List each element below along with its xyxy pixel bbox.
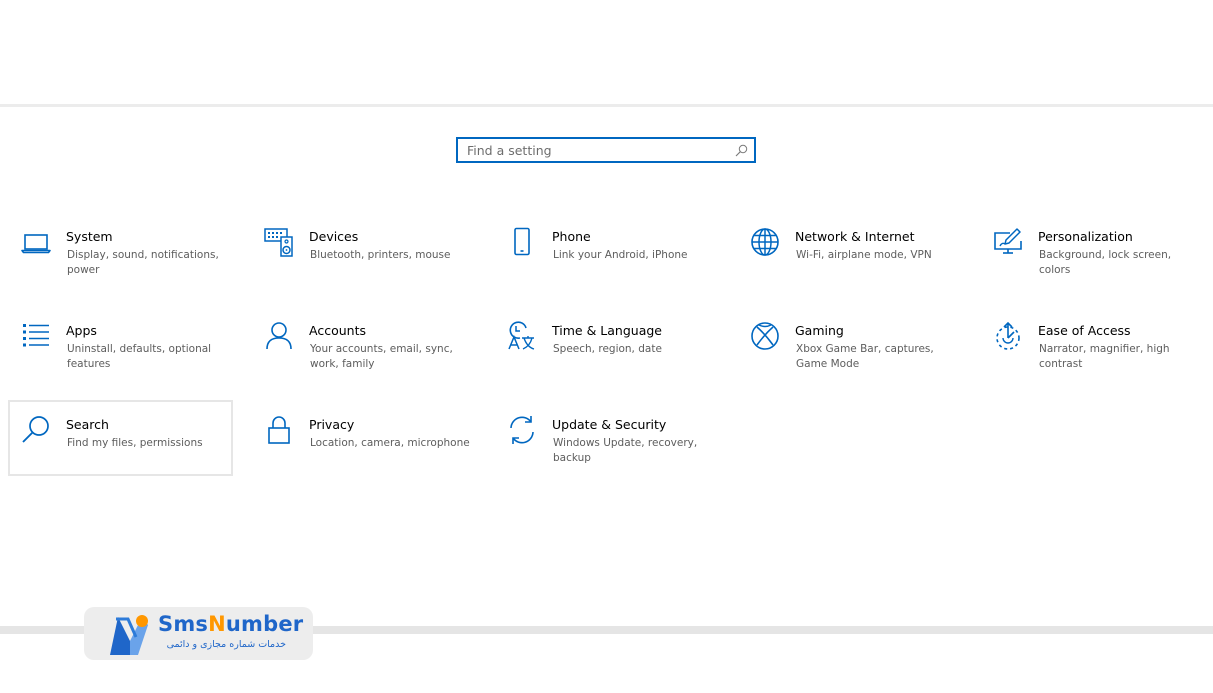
tile-update-security[interactable]: Update & Security Windows Update, recove… [495,400,720,476]
tile-title: Accounts [309,323,366,338]
search-icon[interactable] [735,144,748,157]
watermark-logo: SmsNumber خدمات شماره مجازی و دائمی [84,607,313,660]
tile-title: Update & Security [552,417,667,432]
globe-icon [751,228,779,256]
tile-title: Network & Internet [795,229,915,244]
tile-title: Time & Language [552,323,662,338]
phone-icon [514,227,530,256]
tile-subtitle: Xbox Game Bar, captures, Game Mode [796,343,934,370]
tile-personalization[interactable]: Personalization Background, lock screen,… [981,212,1206,288]
logo-icon [110,615,148,655]
tile-subtitle: Speech, region, date [553,343,662,355]
logo-wordmark: SmsNumber [158,612,304,636]
tile-subtitle: Windows Update, recovery, backup [553,437,698,464]
tile-phone[interactable]: Phone Link your Android, iPhone [495,212,720,288]
tile-subtitle: Find my files, permissions [67,437,203,449]
tile-apps[interactable]: Apps Uninstall, defaults, optional featu… [9,306,234,382]
list-icon [23,324,49,347]
tile-subtitle: Wi-Fi, airplane mode, VPN [796,249,932,261]
pen-screen-icon [994,228,1022,254]
tile-accounts[interactable]: Accounts Your accounts, email, sync, wor… [252,306,477,382]
tile-title: Phone [552,229,591,244]
xbox-icon [751,322,779,350]
tile-network-internet[interactable]: Network & Internet Wi-Fi, airplane mode,… [738,212,963,288]
magnifier-icon [22,416,49,443]
tile-title: Privacy [309,417,355,432]
tile-time-language[interactable]: Time & Language Speech, region, date [495,306,720,382]
person-icon [266,322,292,350]
search-input[interactable] [458,139,737,161]
ease-of-access-icon [996,321,1020,350]
tile-subtitle: Location, camera, microphone [310,437,470,449]
tile-subtitle: Uninstall, defaults, optional features [67,343,212,370]
tile-devices[interactable]: Devices Bluetooth, printers, mouse [252,212,477,288]
tile-title: Search [66,417,109,432]
lock-icon [268,416,290,444]
tile-title: Apps [66,323,97,338]
tile-subtitle: Your accounts, email, sync, work, family [310,343,453,370]
header-divider [0,104,1213,107]
laptop-icon [21,234,51,254]
tile-title: System [66,229,113,244]
tile-search[interactable]: Search Find my files, permissions [8,400,233,476]
tile-title: Gaming [795,323,844,338]
tile-title: Ease of Access [1038,323,1131,338]
sync-arrows-icon [510,416,534,444]
tile-subtitle: Bluetooth, printers, mouse [310,249,451,261]
tile-subtitle: Display, sound, notifications, power [67,249,219,276]
clock-language-icon [508,321,535,350]
tile-subtitle: Narrator, magnifier, high contrast [1039,343,1170,370]
tile-ease-of-access[interactable]: Ease of Access Narrator, magnifier, high… [981,306,1206,382]
search-box[interactable] [456,137,756,163]
tile-subtitle: Link your Android, iPhone [553,249,688,261]
tile-gaming[interactable]: Gaming Xbox Game Bar, captures, Game Mod… [738,306,963,382]
logo-tagline: خدمات شماره مجازی و دائمی [166,639,286,650]
tile-title: Devices [309,229,359,244]
keyboard-speaker-icon [264,228,293,257]
tile-title: Personalization [1038,229,1133,244]
tile-privacy[interactable]: Privacy Location, camera, microphone [252,400,477,476]
tile-subtitle: Background, lock screen, colors [1039,249,1172,276]
tile-system[interactable]: System Display, sound, notifications, po… [9,212,234,288]
